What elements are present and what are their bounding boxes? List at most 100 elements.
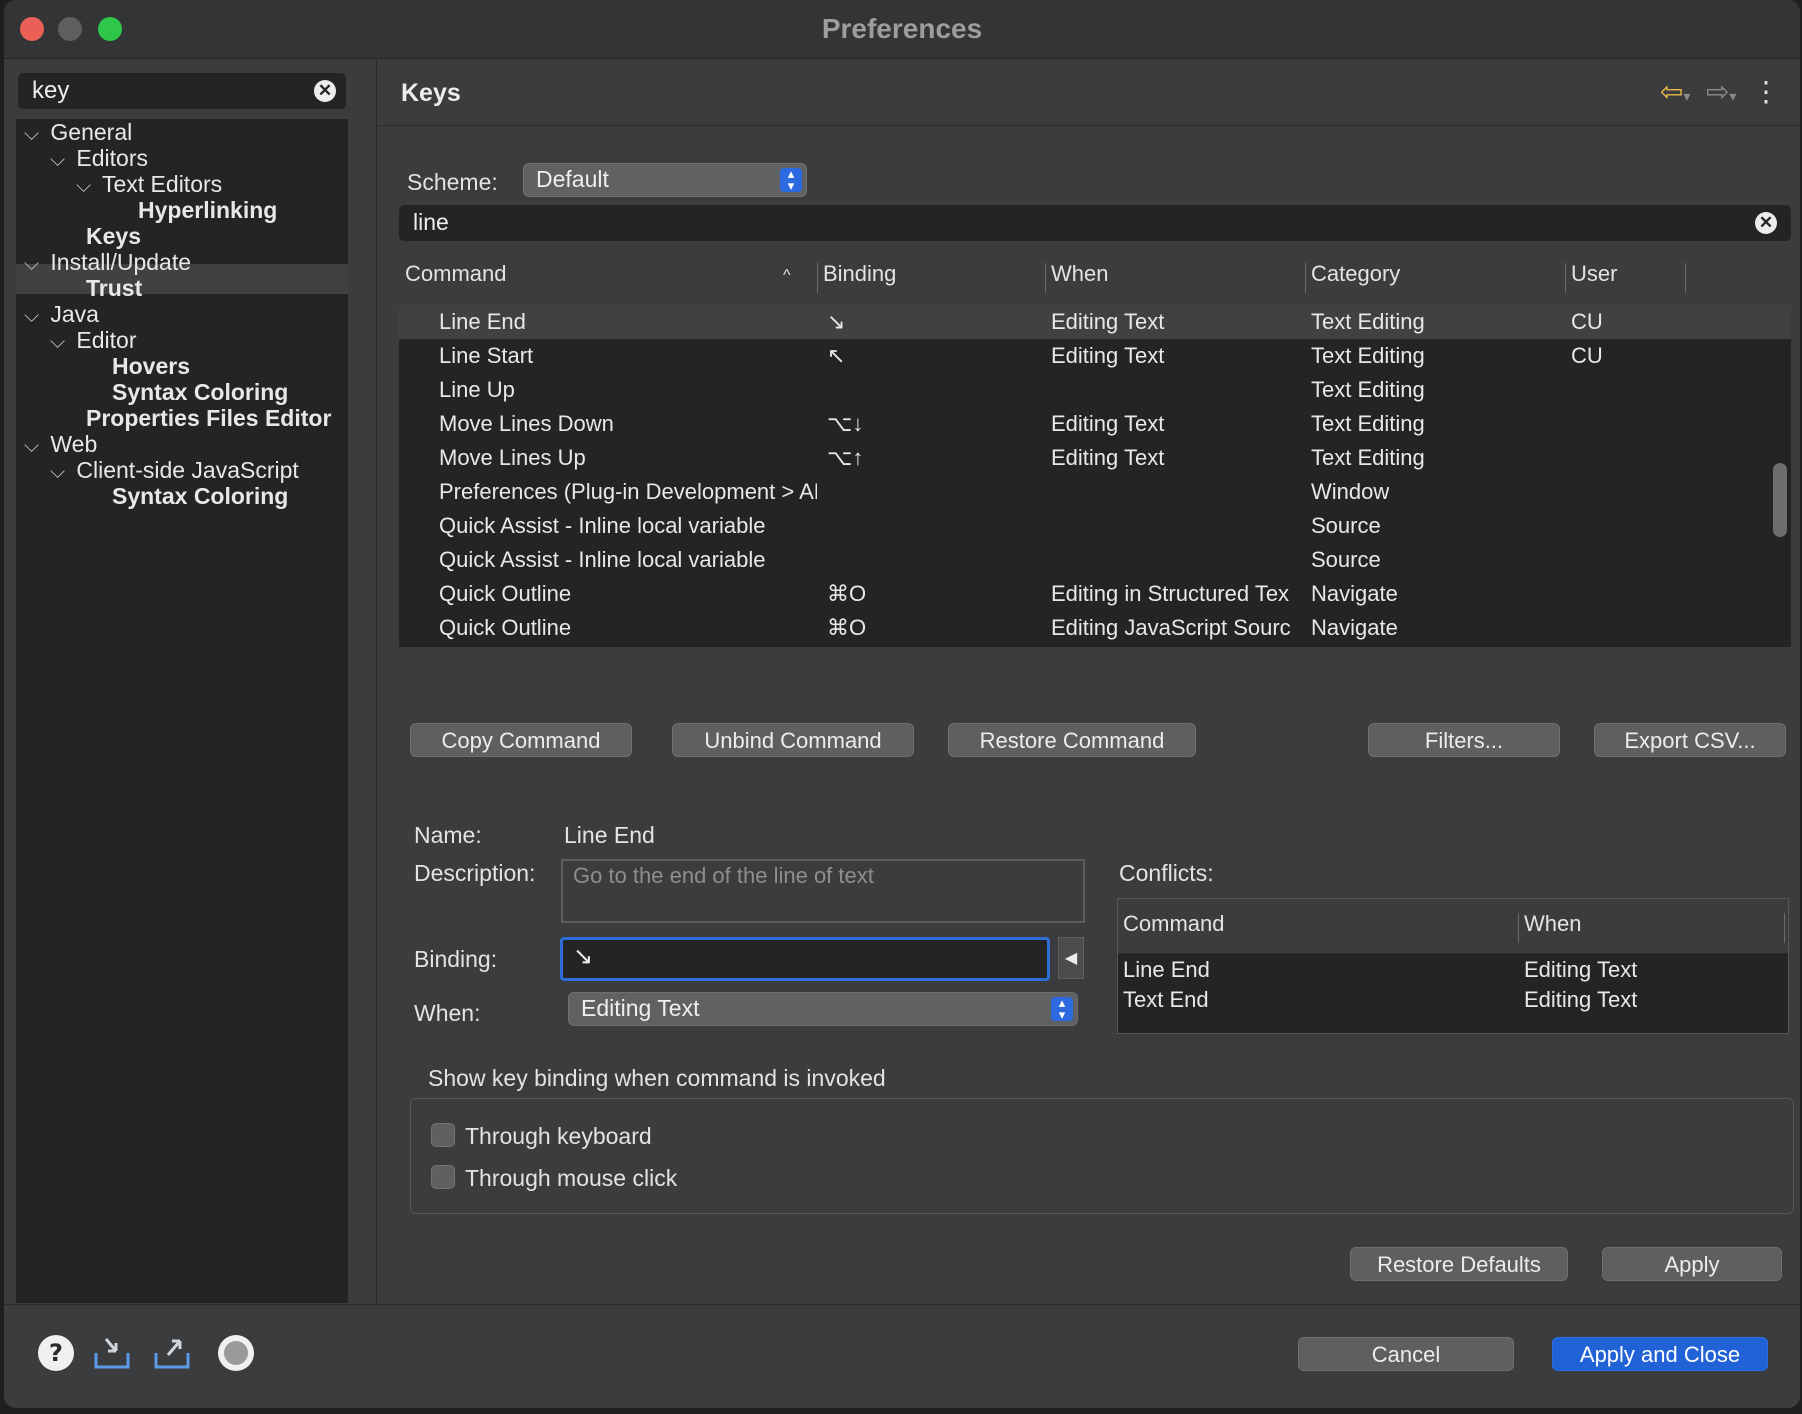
cell-category: Source (1311, 513, 1381, 538)
back-dropdown-icon[interactable]: ▾ (1683, 88, 1690, 104)
column-header-user[interactable]: User (1571, 261, 1617, 287)
more-options-icon[interactable]: ⋮ (1752, 76, 1780, 107)
unbind-command-button[interactable]: Unbind Command (672, 723, 914, 757)
forward-dropdown-icon[interactable]: ▾ (1729, 88, 1736, 104)
tree-item-js-syntax-coloring[interactable]: Syntax Coloring (112, 483, 288, 513)
table-row[interactable]: Quick Outline ⌘O Editing JavaScript Sour… (399, 611, 1791, 645)
column-separator[interactable] (817, 263, 818, 293)
column-separator[interactable] (1565, 263, 1566, 293)
filter-value: line (413, 209, 449, 235)
tree-item-label: Client-side JavaScript (76, 457, 299, 483)
binding-input[interactable]: ↘ (560, 937, 1050, 981)
cell-binding: ⌥↓ (827, 411, 864, 436)
chevron-down-icon[interactable]: ⌵ (50, 461, 70, 484)
table-row[interactable]: Line End ↘ Editing Text Text Editing CU (399, 305, 1791, 339)
cell-category: Navigate (1311, 615, 1398, 640)
show-binding-group: Through keyboard Through mouse click (410, 1098, 1794, 1214)
cell-category: Window (1311, 479, 1390, 504)
through-mouse-checkbox[interactable] (431, 1165, 455, 1189)
export-icon[interactable] (152, 1333, 192, 1373)
column-separator[interactable] (1045, 263, 1046, 293)
scheme-label: Scheme: (407, 169, 498, 195)
name-label: Name: (414, 822, 482, 848)
sidebar: key ✕ ⌵ General ⌵ Editors ⌵ Text Editors… (4, 59, 377, 1303)
cell-when: Editing Text (1524, 987, 1638, 1012)
conflicts-column-when[interactable]: When (1524, 911, 1581, 937)
restore-defaults-button[interactable]: Restore Defaults (1350, 1247, 1568, 1281)
import-icon[interactable] (92, 1333, 132, 1373)
preferences-window: Preferences key ✕ ⌵ General ⌵ Editors ⌵ … (4, 0, 1800, 1408)
preference-tree[interactable]: ⌵ General ⌵ Editors ⌵ Text Editors Hyper… (16, 119, 348, 1303)
table-row[interactable]: Line Up Text Editing (399, 373, 1791, 407)
through-keyboard-label[interactable]: Through keyboard (465, 1123, 652, 1150)
clear-filter-icon[interactable]: ✕ (1755, 212, 1777, 234)
table-row[interactable]: Text End Editing Text (1118, 983, 1788, 1017)
table-row[interactable]: Quick Assist - Inline local variable Sou… (399, 509, 1791, 543)
forward-arrow-icon[interactable]: ⇨ (1706, 76, 1729, 107)
binding-label: Binding: (414, 946, 498, 972)
conflicts-column-command[interactable]: Command (1123, 911, 1224, 937)
oomph-preferences-icon[interactable] (216, 1333, 256, 1373)
table-row[interactable]: Line End Editing Text (1118, 953, 1788, 987)
page-title: Keys (401, 79, 461, 107)
chevron-down-icon[interactable]: ⌵ (50, 149, 70, 172)
table-row[interactable]: Quick Outline ⌘O Editing in Structured T… (399, 577, 1791, 611)
tree-item-hyperlinking[interactable]: Hyperlinking (138, 197, 277, 227)
tree-item-properties-files-editor[interactable]: Properties Files Editor (86, 405, 331, 435)
table-row[interactable]: Preferences (Plug-in Development > API E… (399, 475, 1791, 509)
cell-command: Line Start (439, 343, 534, 368)
sidebar-search-input[interactable]: key ✕ (18, 73, 346, 109)
filters-button[interactable]: Filters... (1368, 723, 1560, 757)
cell-command: Quick Assist - Inline local variable (439, 547, 766, 572)
chevron-down-icon[interactable]: ⌵ (24, 253, 44, 276)
back-arrow-icon[interactable]: ⇦ (1660, 76, 1683, 107)
table-row[interactable]: Line Start ↖ Editing Text Text Editing C… (399, 339, 1791, 373)
description-field: Go to the end of the line of text (561, 859, 1085, 923)
chevron-down-icon[interactable]: ⌵ (76, 175, 96, 198)
column-header-category[interactable]: Category (1311, 261, 1400, 287)
column-separator[interactable] (1685, 263, 1686, 293)
cell-binding: ⌥↑ (827, 445, 864, 470)
conflicts-header: Command When (1118, 899, 1788, 954)
cell-when: Editing Text (1051, 445, 1165, 470)
cell-command: Line End (1123, 957, 1210, 982)
restore-command-button[interactable]: Restore Command (948, 723, 1196, 757)
column-separator[interactable] (1518, 913, 1519, 943)
scheme-select[interactable]: Default ▴ ▾ (523, 163, 807, 197)
keys-table[interactable]: Command ^ Binding When Category User Lin… (399, 249, 1791, 647)
export-csv-button[interactable]: Export CSV... (1594, 723, 1786, 757)
cell-user: CU (1571, 309, 1603, 334)
apply-and-close-button[interactable]: Apply and Close (1552, 1337, 1768, 1371)
column-header-binding[interactable]: Binding (823, 261, 896, 287)
column-separator[interactable] (1305, 263, 1306, 293)
table-scrollbar[interactable] (1773, 463, 1787, 537)
copy-command-button[interactable]: Copy Command (410, 723, 632, 757)
help-icon[interactable]: ? (36, 1333, 76, 1373)
binding-menu-button[interactable]: ◀ (1058, 937, 1084, 979)
table-row[interactable]: Move Lines Up ⌥↑ Editing Text Text Editi… (399, 441, 1791, 475)
table-row[interactable]: Quick Assist - Inline local variable Sou… (399, 543, 1791, 577)
column-header-command[interactable]: Command (405, 261, 506, 287)
chevron-down-icon[interactable]: ⌵ (24, 305, 44, 328)
show-binding-title: Show key binding when command is invoked (428, 1065, 886, 1091)
apply-button[interactable]: Apply (1602, 1247, 1782, 1281)
column-header-when[interactable]: When (1051, 261, 1108, 287)
tree-item-label: Java (50, 301, 99, 327)
chevron-down-icon[interactable]: ⌵ (24, 123, 44, 146)
cancel-button[interactable]: Cancel (1298, 1337, 1514, 1371)
conflicts-table[interactable]: Command When Line End Editing Text Text … (1117, 898, 1789, 1034)
conflicts-label: Conflicts: (1119, 860, 1214, 886)
chevron-down-icon[interactable]: ⌵ (24, 435, 44, 458)
through-mouse-label[interactable]: Through mouse click (465, 1165, 677, 1192)
command-filter-input[interactable]: line ✕ (399, 205, 1791, 241)
when-select[interactable]: Editing Text ▴ ▾ (568, 992, 1078, 1026)
cell-category: Text Editing (1311, 309, 1425, 334)
clear-search-icon[interactable]: ✕ (314, 80, 336, 102)
window-title: Preferences (821, 13, 983, 44)
tree-item-label: Editor (76, 327, 137, 353)
through-keyboard-checkbox[interactable] (431, 1123, 455, 1147)
table-row[interactable]: Move Lines Down ⌥↓ Editing Text Text Edi… (399, 407, 1791, 441)
footer-bar: ? Cancel Apply and Close (4, 1304, 1800, 1408)
column-separator[interactable] (1784, 913, 1785, 943)
chevron-down-icon[interactable]: ⌵ (50, 331, 70, 354)
